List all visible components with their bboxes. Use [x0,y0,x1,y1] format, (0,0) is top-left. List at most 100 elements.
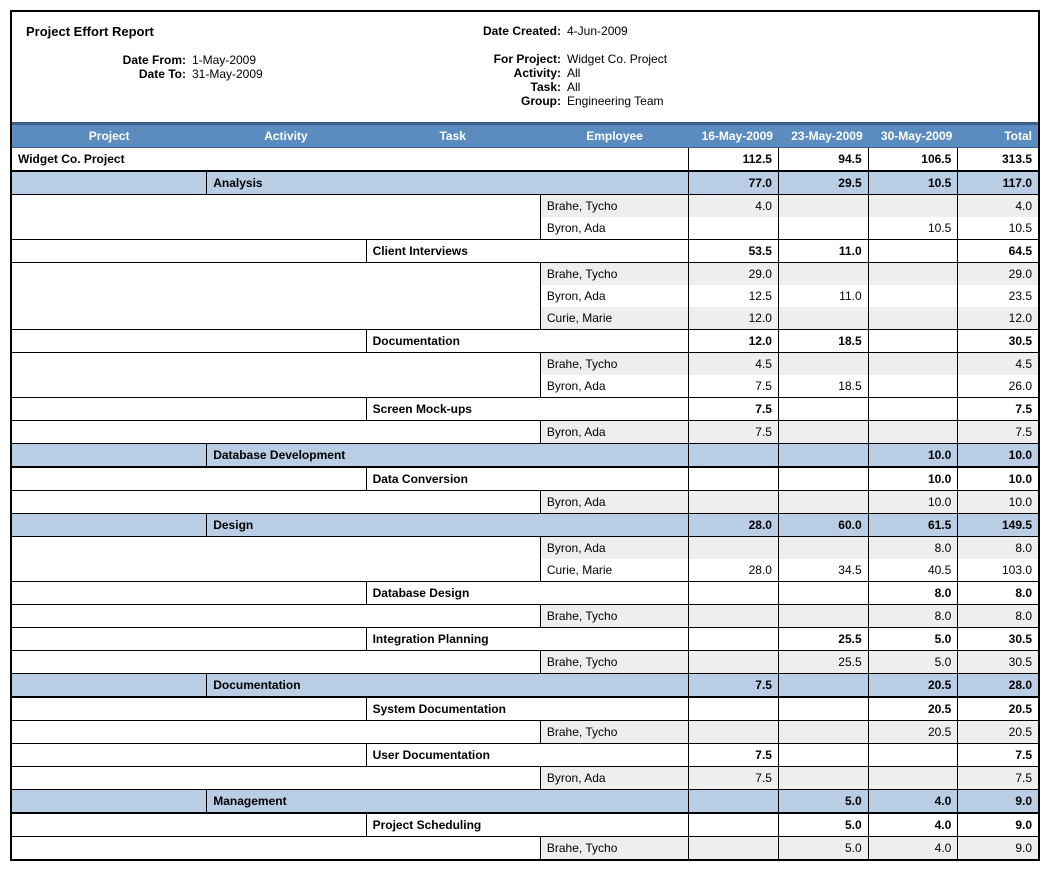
cell-d2 [779,353,869,375]
cell-d3: 10.0 [869,491,959,513]
cell-task: Client Interviews [366,240,540,262]
task-row: Project Scheduling5.04.09.0 [12,813,1038,837]
cell-employee [540,172,689,194]
cell-d2 [779,537,869,559]
task-row: Client Interviews53.511.064.5 [12,239,1038,263]
report-header: Project Effort Report Date From: Date To… [12,12,1038,122]
cell-project [12,628,206,650]
employee-row: Brahe, Tycho4.54.5 [12,353,1038,375]
cell-employee: Brahe, Tycho [540,651,689,673]
cell-task: System Documentation [366,698,540,720]
cell-task [366,148,540,170]
cell-d1: 7.5 [689,744,779,766]
cell-activity [206,814,365,836]
cell-task: Data Conversion [366,468,540,490]
date-from-label: Date From: [26,53,186,67]
employee-row: Brahe, Tycho29.029.0 [12,263,1038,285]
cell-task [366,375,540,397]
cell-d3 [869,744,959,766]
cell-d2: 5.0 [779,814,869,836]
employee-row: Brahe, Tycho8.08.0 [12,605,1038,627]
cell-project [12,651,206,673]
for-project-label: For Project: [471,52,561,66]
cell-employee: Curie, Marie [540,559,689,581]
cell-d3: 20.5 [869,721,959,743]
col-task: Task [366,125,540,147]
employee-row: Brahe, Tycho 20.520.5 [12,721,1038,743]
cell-project [12,353,206,375]
cell-employee: Brahe, Tycho [540,605,689,627]
cell-d3: 106.5 [869,148,959,170]
cell-d3 [869,767,959,789]
cell-total: 9.0 [958,837,1038,859]
cell-project [12,721,206,743]
date-to-label: Date To: [26,67,186,81]
date-from-value: 1-May-2009 [192,53,263,67]
cell-total: 29.0 [958,263,1038,285]
cell-d3: 61.5 [869,514,959,536]
cell-d1 [689,651,779,673]
cell-d1: 7.5 [689,767,779,789]
cell-d2: 18.5 [779,375,869,397]
cell-activity [206,468,365,490]
cell-employee [540,698,689,720]
cell-employee [540,674,689,696]
cell-total: 26.0 [958,375,1038,397]
cell-total: 30.5 [958,628,1038,650]
date-created-label: Date Created: [471,24,561,38]
cell-d1 [689,491,779,513]
cell-total: 20.5 [958,721,1038,743]
task-row: Screen Mock-ups7.57.5 [12,397,1038,421]
cell-employee [540,148,689,170]
cell-employee: Brahe, Tycho [540,263,689,285]
column-header-row: Project Activity Task Employee 16-May-20… [12,122,1038,148]
employee-row: Byron, Ada7.57.5 [12,421,1038,443]
cell-total: 313.5 [958,148,1038,170]
cell-project [12,398,206,420]
cell-total: 10.5 [958,217,1038,239]
cell-d3: 10.5 [869,217,959,239]
col-date-1: 16-May-2009 [689,125,779,147]
cell-d1 [689,837,779,859]
cell-employee: Byron, Ada [540,537,689,559]
cell-total: 8.0 [958,605,1038,627]
cell-task [366,837,540,859]
employee-row: Byron, Ada10.510.5 [12,217,1038,239]
cell-d2 [779,744,869,766]
cell-project [12,421,206,443]
cell-project [12,537,206,559]
cell-employee [540,814,689,836]
cell-d1: 28.0 [689,559,779,581]
cell-project [12,790,206,812]
cell-task [366,172,540,194]
cell-employee: Brahe, Tycho [540,721,689,743]
cell-total: 9.0 [958,814,1038,836]
cell-total: 12.0 [958,307,1038,329]
cell-employee: Brahe, Tycho [540,195,689,217]
cell-d2 [779,307,869,329]
cell-d2: 11.0 [779,285,869,307]
cell-total: 149.5 [958,514,1038,536]
group-value: Engineering Team [567,94,667,108]
cell-activity [206,837,365,859]
cell-d2 [779,195,869,217]
cell-task: Project Scheduling [366,814,540,836]
cell-project [12,217,206,239]
cell-d3: 4.0 [869,837,959,859]
cell-total: 28.0 [958,674,1038,696]
cell-d1: 12.0 [689,307,779,329]
cell-employee: Byron, Ada [540,767,689,789]
cell-d2: 25.5 [779,651,869,673]
cell-total: 7.5 [958,744,1038,766]
cell-total: 20.5 [958,698,1038,720]
cell-project [12,285,206,307]
col-date-3: 30-May-2009 [869,125,959,147]
cell-d3: 20.5 [869,674,959,696]
cell-employee: Byron, Ada [540,421,689,443]
cell-activity [206,605,365,627]
cell-d1: 53.5 [689,240,779,262]
cell-task [366,605,540,627]
cell-d3: 10.0 [869,444,959,466]
cell-activity [206,559,365,581]
report-frame: Project Effort Report Date From: Date To… [10,10,1040,861]
